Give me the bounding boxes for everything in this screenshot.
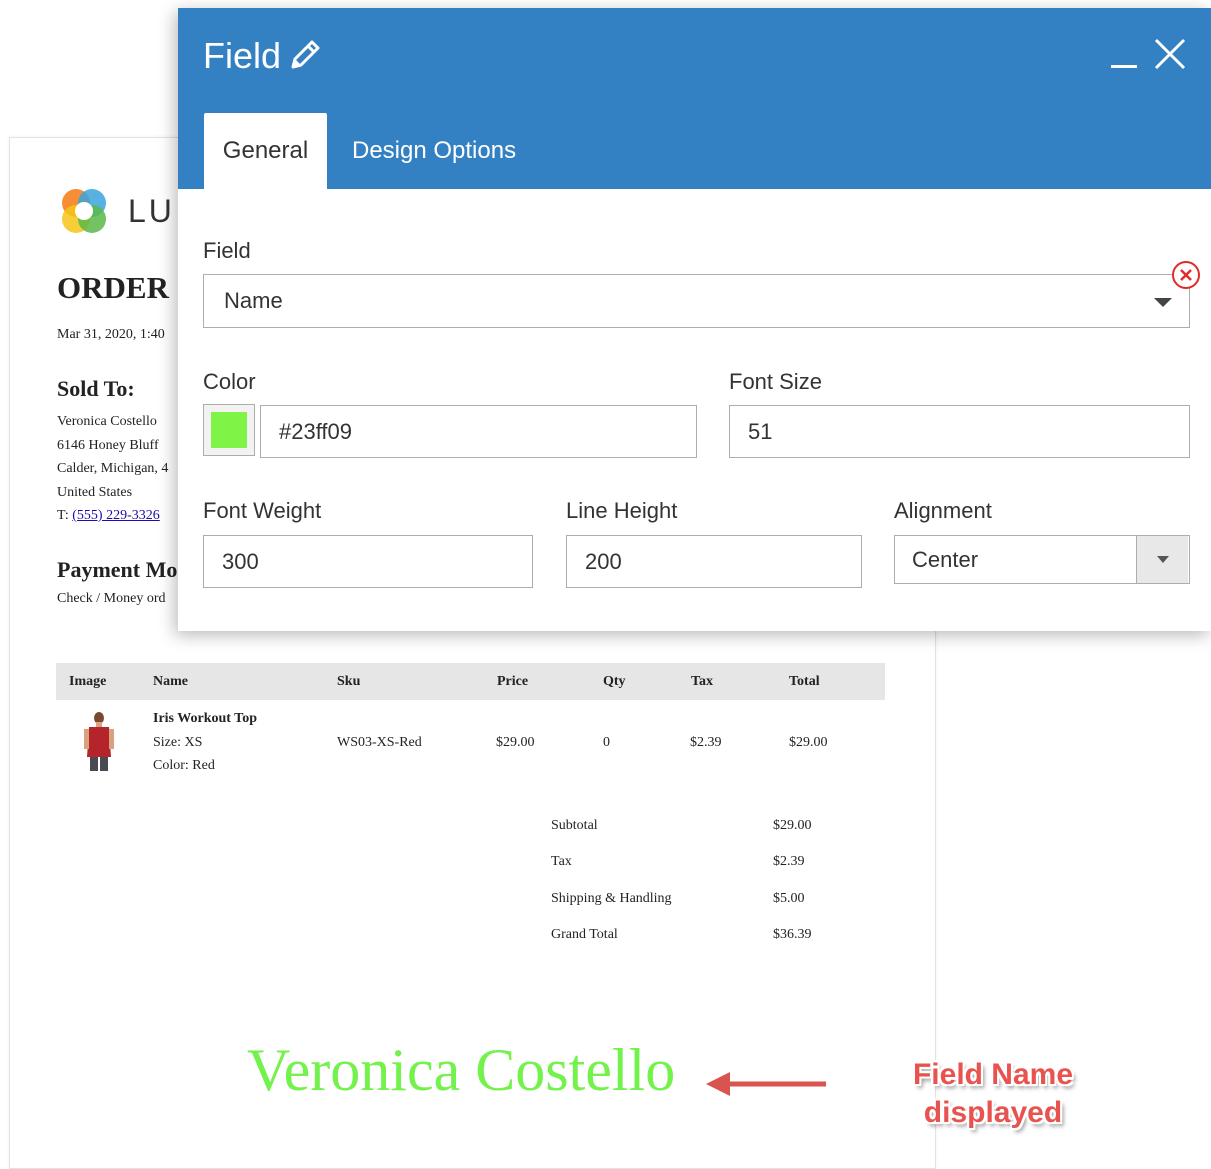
- column-header-sku: Sku: [337, 674, 361, 689]
- item-price: $29.00: [496, 735, 535, 750]
- address-street: 6146 Honey Bluff: [57, 437, 159, 453]
- logo-text: LU: [128, 193, 175, 229]
- address-country: United States: [57, 484, 133, 500]
- color-swatch-preview: [211, 412, 247, 448]
- item-color: Color: Red: [153, 758, 215, 773]
- tax-value: $2.39: [773, 854, 805, 869]
- line-height-value: 200: [585, 548, 622, 574]
- font-size-value: 51: [748, 418, 773, 444]
- minimize-icon[interactable]: [1111, 65, 1137, 68]
- font-size-input[interactable]: 51: [729, 405, 1190, 458]
- line-height-input[interactable]: 200: [566, 535, 862, 588]
- grand-total-value: $36.39: [773, 927, 812, 942]
- subtotal-label: Subtotal: [551, 818, 598, 833]
- item-total: $29.00: [789, 735, 828, 750]
- displayed-field-value: Veronica Costello: [247, 1037, 676, 1103]
- chevron-down-icon[interactable]: [1154, 298, 1172, 307]
- color-hex-input[interactable]: #23ff09: [260, 405, 697, 458]
- modal-header: Field General Design Options: [178, 8, 1211, 189]
- modal-title: Field: [203, 35, 282, 76]
- sold-to-address: Veronica Costello 6146 Honey Bluff Calde…: [57, 410, 168, 528]
- order-title: ORDER: [57, 270, 169, 305]
- alignment-label: Alignment: [894, 498, 992, 523]
- item-tax: $2.39: [690, 735, 722, 750]
- font-weight-input[interactable]: 300: [203, 535, 533, 588]
- font-size-label: Font Size: [729, 369, 822, 394]
- callout-line-1: Field Name: [912, 1058, 1074, 1091]
- items-table-header: Image Name Sku Price Qty Tax Total: [56, 663, 885, 700]
- font-weight-label: Font Weight: [203, 498, 322, 523]
- field-select[interactable]: Name: [203, 274, 1190, 328]
- color-swatch-button[interactable]: [203, 404, 255, 456]
- clear-field-icon[interactable]: [1171, 260, 1201, 290]
- alignment-dropdown-button[interactable]: [1136, 536, 1188, 583]
- pencil-icon[interactable]: [288, 38, 322, 72]
- annotation-arrow-icon: [706, 1072, 826, 1096]
- column-header-price: Price: [497, 674, 529, 689]
- phone-line: T: (555) 229-3326: [57, 504, 168, 528]
- company-logo: [62, 189, 106, 233]
- annotation-callout: Field Name displayed: [898, 1056, 1088, 1132]
- customer-name: Veronica Costello: [57, 414, 157, 429]
- color-hex-value: #23ff09: [279, 418, 353, 444]
- address-city: Calder, Michigan, 4: [57, 461, 169, 476]
- grand-total-label: Grand Total: [551, 927, 618, 942]
- payment-method-value: Check / Money ord: [57, 591, 166, 606]
- callout-line-2: displayed: [923, 1096, 1063, 1129]
- color-label: Color: [203, 369, 256, 394]
- shipping-value: $5.00: [773, 891, 805, 906]
- tab-general[interactable]: General: [204, 113, 327, 189]
- column-header-total: Total: [789, 674, 820, 689]
- column-header-qty: Qty: [603, 674, 626, 689]
- sold-to-heading: Sold To:: [57, 376, 135, 401]
- field-select-value: Name: [224, 288, 283, 313]
- field-settings-modal: Field General Design Options Field Name …: [178, 8, 1211, 631]
- shipping-label: Shipping & Handling: [551, 891, 672, 906]
- item-size: Size: XS: [153, 735, 203, 750]
- alignment-value: Center: [912, 546, 979, 572]
- item-qty: 0: [603, 735, 610, 750]
- product-image: [84, 712, 114, 771]
- chevron-down-icon: [1156, 556, 1169, 563]
- field-label: Field: [203, 238, 251, 263]
- line-height-label: Line Height: [566, 498, 678, 523]
- subtotal-value: $29.00: [773, 818, 812, 833]
- close-icon[interactable]: [1153, 37, 1187, 71]
- font-weight-value: 300: [222, 548, 259, 574]
- phone-prefix: T:: [57, 508, 73, 523]
- item-sku: WS03-XS-Red: [337, 735, 422, 750]
- column-header-image: Image: [69, 674, 107, 689]
- column-header-tax: Tax: [691, 674, 714, 689]
- item-name: Iris Workout Top: [153, 711, 258, 726]
- column-header-name: Name: [153, 674, 188, 689]
- order-date: Mar 31, 2020, 1:40: [57, 327, 165, 342]
- tax-label: Tax: [551, 854, 572, 869]
- phone-link[interactable]: (555) 229-3326: [72, 508, 160, 523]
- tab-design-options[interactable]: Design Options: [352, 113, 516, 189]
- payment-method-heading: Payment Mo: [57, 557, 178, 582]
